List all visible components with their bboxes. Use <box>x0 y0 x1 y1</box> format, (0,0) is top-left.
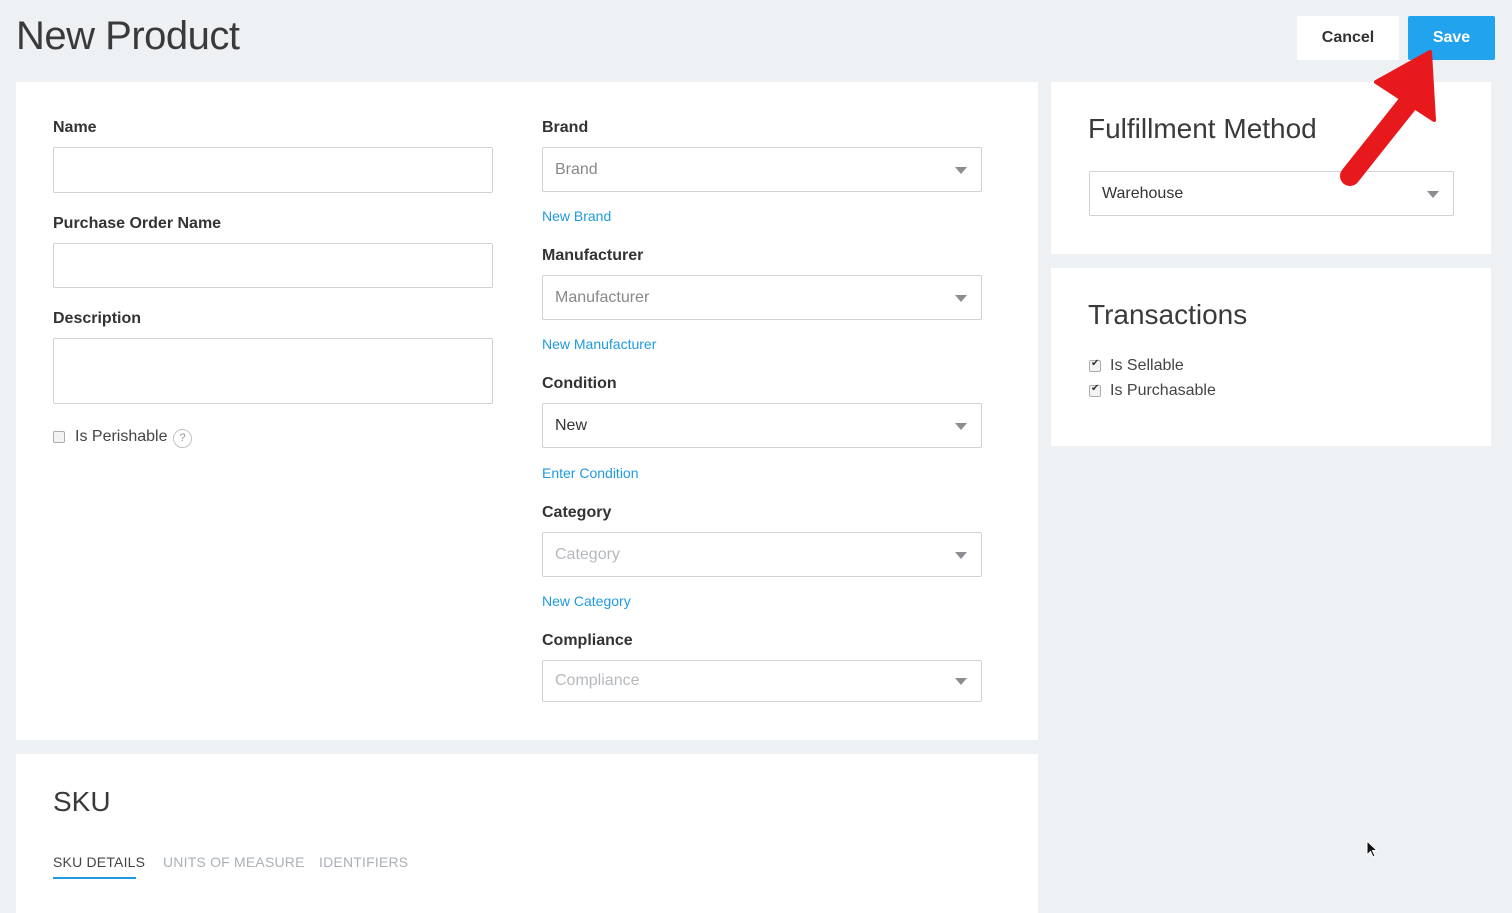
tab-sku-details[interactable]: SKU Details <box>53 854 145 870</box>
fulfillment-select-value: Warehouse <box>1102 184 1184 202</box>
new-manufacturer-link[interactable]: New Manufacturer <box>542 336 656 352</box>
condition-select[interactable]: New <box>542 403 982 448</box>
sku-card: SKU SKU Details Units of Measure Identif… <box>16 754 1038 913</box>
brand-select[interactable]: Brand <box>542 147 982 192</box>
manufacturer-select[interactable]: Manufacturer <box>542 275 982 320</box>
compliance-select[interactable]: Compliance <box>542 660 982 702</box>
new-brand-link[interactable]: New Brand <box>542 208 611 224</box>
new-category-link[interactable]: New Category <box>542 593 631 609</box>
description-textarea[interactable] <box>53 338 493 404</box>
caret-down-icon <box>955 678 967 685</box>
manufacturer-label: Manufacturer <box>542 247 644 264</box>
help-icon[interactable]: ? <box>173 429 192 448</box>
product-form-card: Name Purchase Order Name Description Is … <box>16 82 1038 740</box>
mouse-cursor-icon <box>1366 840 1379 858</box>
perishable-checkbox[interactable] <box>53 431 65 443</box>
sellable-checkbox[interactable] <box>1089 358 1101 372</box>
page-title: New Product <box>16 14 240 58</box>
purchasable-label: Is Purchasable <box>1110 382 1216 399</box>
compliance-select-value: Compliance <box>555 672 640 689</box>
compliance-label: Compliance <box>542 632 633 649</box>
sellable-label: Is Sellable <box>1110 357 1184 374</box>
transactions-title: Transactions <box>1088 299 1248 330</box>
description-label: Description <box>53 310 142 327</box>
po-name-label: Purchase Order Name <box>53 215 222 232</box>
caret-down-icon <box>955 422 967 430</box>
name-input[interactable] <box>53 147 493 193</box>
manufacturer-select-value: Manufacturer <box>555 288 650 306</box>
caret-down-icon <box>955 551 967 559</box>
category-select-value: Category <box>555 545 620 563</box>
caret-down-icon <box>955 166 967 174</box>
po-name-input[interactable] <box>53 243 493 288</box>
purchasable-checkbox[interactable] <box>1089 383 1101 397</box>
condition-label: Condition <box>542 375 617 392</box>
enter-condition-link[interactable]: Enter Condition <box>542 465 639 481</box>
active-tab-indicator <box>53 877 136 879</box>
perishable-label: Is Perishable <box>75 428 168 445</box>
condition-select-value: New <box>555 416 588 434</box>
tab-units-of-measure[interactable]: Units of Measure <box>163 854 305 870</box>
fulfillment-title: Fulfillment Method <box>1088 113 1317 144</box>
transactions-card: Transactions Is Sellable Is Purchasable <box>1051 268 1491 446</box>
red-arrow-icon <box>1340 50 1436 186</box>
category-label: Category <box>542 504 612 521</box>
brand-label: Brand <box>542 119 589 136</box>
caret-down-icon <box>955 294 967 302</box>
brand-select-value: Brand <box>555 160 598 178</box>
category-select[interactable]: Category <box>542 532 982 577</box>
tab-identifiers[interactable]: Identifiers <box>319 854 408 870</box>
name-label: Name <box>53 119 97 136</box>
sku-title: SKU <box>53 786 111 817</box>
